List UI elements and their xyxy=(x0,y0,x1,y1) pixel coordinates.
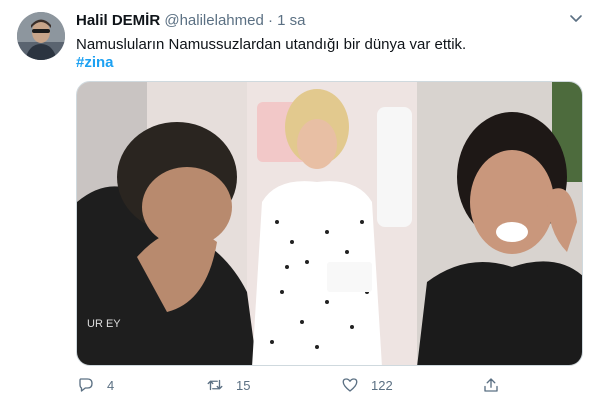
retweet-icon xyxy=(207,379,223,391)
reply-button[interactable]: 4 xyxy=(77,375,114,395)
retweet-count: 15 xyxy=(236,377,251,393)
reply-count: 4 xyxy=(107,377,115,393)
share-icon xyxy=(484,378,498,392)
tweet-text: Namusluların Namussuzlardan utandığı bir… xyxy=(76,36,467,53)
tweet-media-image[interactable]: UR EY xyxy=(76,81,583,366)
author-avatar[interactable] xyxy=(17,12,65,60)
author-handle[interactable]: @halilelahmed xyxy=(164,12,263,29)
author-name[interactable]: Halil DEMİR xyxy=(76,12,160,29)
share-button[interactable] xyxy=(482,375,500,395)
svg-text:UR EY: UR EY xyxy=(87,318,121,330)
tweet-action-bar: 4 15 122 xyxy=(0,372,594,398)
tweet-timestamp[interactable]: 1 sa xyxy=(277,12,305,29)
chevron-down-icon xyxy=(570,15,582,22)
like-button[interactable]: 122 xyxy=(341,375,393,395)
separator-dot: · xyxy=(267,12,273,29)
tweet-header: Halil DEMİR @halilelahmed · 1 sa xyxy=(76,12,306,30)
like-icon xyxy=(342,378,358,392)
reply-icon xyxy=(79,378,93,392)
retweet-button[interactable]: 15 xyxy=(206,375,250,395)
like-count: 122 xyxy=(371,377,393,393)
hashtag-link[interactable]: #zina xyxy=(76,54,114,72)
more-options-button[interactable] xyxy=(568,10,584,26)
